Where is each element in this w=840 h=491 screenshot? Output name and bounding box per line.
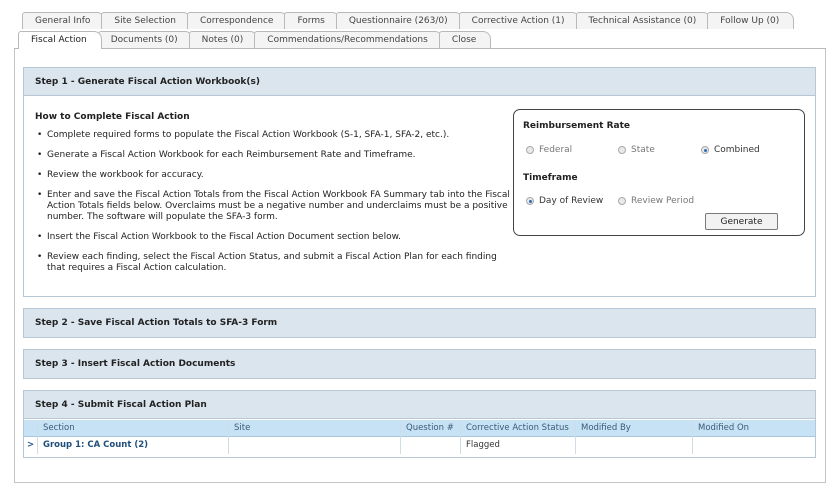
- tab-site-selection[interactable]: Site Selection: [101, 12, 191, 29]
- reimbursement-rate-title: Reimbursement Rate: [523, 121, 630, 131]
- site-cell: [229, 437, 401, 454]
- radio-label: State: [631, 145, 655, 155]
- step4-header[interactable]: Step 4 - Submit Fiscal Action Plan: [24, 391, 815, 419]
- question-cell: [401, 437, 461, 454]
- tab-follow-up[interactable]: Follow Up (0): [707, 12, 795, 29]
- radio-combined[interactable]: Combined: [701, 145, 760, 155]
- modified-by-cell: [576, 437, 693, 454]
- table-row[interactable]: > Group 1: CA Count (2) Flagged: [24, 437, 815, 454]
- radio-label: Review Period: [631, 196, 695, 206]
- tab-documents[interactable]: Documents (0): [97, 31, 193, 48]
- howto-item: Generate a Fiscal Action Workbook for ea…: [35, 150, 510, 161]
- timeframe-title: Timeframe: [523, 173, 578, 183]
- grid-header-site[interactable]: Site: [229, 420, 401, 437]
- howto-item: Insert the Fiscal Action Workbook to the…: [35, 232, 510, 243]
- radio-selected-icon[interactable]: [526, 197, 534, 205]
- tab-content: Step 1 - Generate Fiscal Action Workbook…: [14, 49, 826, 483]
- tab-close[interactable]: Close: [438, 31, 492, 48]
- status-cell: Flagged: [461, 437, 576, 454]
- radio-circle-icon[interactable]: [618, 146, 626, 154]
- tab-row-bottom: Fiscal Action Documents (0) Notes (0) Co…: [18, 31, 492, 49]
- step4-panel: Step 4 - Submit Fiscal Action Plan Secti…: [23, 390, 816, 458]
- tab-forms[interactable]: Forms: [284, 12, 340, 29]
- tab-fiscal-action[interactable]: Fiscal Action: [18, 31, 102, 49]
- expand-chevron-icon[interactable]: >: [24, 437, 38, 454]
- radio-label: Federal: [539, 145, 573, 155]
- howto-title: How to Complete Fiscal Action: [35, 112, 190, 122]
- grid-header-expander: [24, 420, 38, 437]
- grid-header-row: Section Site Question # Corrective Actio…: [24, 420, 815, 437]
- radio-federal[interactable]: Federal: [526, 145, 572, 155]
- radio-circle-icon[interactable]: [618, 197, 626, 205]
- step3-panel: Step 3 - Insert Fiscal Action Documents: [23, 349, 816, 379]
- howto-item: Complete required forms to populate the …: [35, 130, 510, 141]
- radio-state[interactable]: State: [618, 145, 655, 155]
- tab-correspondence[interactable]: Correspondence: [187, 12, 289, 29]
- step2-panel: Step 2 - Save Fiscal Action Totals to SF…: [23, 308, 816, 338]
- grid-header-modified-on[interactable]: Modified On: [693, 420, 815, 437]
- tab-row-top: General Info Site Selection Corresponden…: [22, 12, 795, 29]
- grid-header-status[interactable]: Corrective Action Status: [461, 420, 576, 437]
- radio-circle-icon[interactable]: [526, 146, 534, 154]
- step1-panel: Step 1 - Generate Fiscal Action Workbook…: [23, 67, 816, 297]
- generate-button[interactable]: Generate: [705, 213, 778, 230]
- radio-selected-icon[interactable]: [701, 146, 709, 154]
- step1-header[interactable]: Step 1 - Generate Fiscal Action Workbook…: [24, 68, 815, 96]
- tab-technical-assistance[interactable]: Technical Assistance (0): [575, 12, 712, 29]
- tab-questionnaire[interactable]: Questionnaire (263/0): [335, 12, 463, 29]
- radio-day-of-review[interactable]: Day of Review: [526, 196, 603, 206]
- radio-label: Day of Review: [539, 196, 604, 206]
- howto-item: Review each finding, select the Fiscal A…: [35, 252, 510, 274]
- radio-label: Combined: [714, 145, 760, 155]
- group-section-cell[interactable]: Group 1: CA Count (2): [38, 437, 229, 454]
- tab-corrective-action[interactable]: Corrective Action (1): [458, 12, 580, 29]
- step3-header[interactable]: Step 3 - Insert Fiscal Action Documents: [24, 350, 815, 378]
- radio-review-period[interactable]: Review Period: [618, 196, 694, 206]
- grid-header-section[interactable]: Section: [38, 420, 229, 437]
- howto-list: Complete required forms to populate the …: [35, 130, 510, 283]
- modified-on-cell: [693, 437, 815, 454]
- grid-header-question[interactable]: Question #: [401, 420, 461, 437]
- step2-header[interactable]: Step 2 - Save Fiscal Action Totals to SF…: [24, 309, 815, 337]
- fiscal-action-plan-grid: Section Site Question # Corrective Actio…: [24, 420, 815, 454]
- rate-timeframe-box: Reimbursement Rate Federal State Combine…: [513, 109, 805, 236]
- tab-general-info[interactable]: General Info: [22, 12, 106, 29]
- tab-notes[interactable]: Notes (0): [188, 31, 259, 48]
- howto-item: Enter and save the Fiscal Action Totals …: [35, 190, 510, 223]
- howto-item: Review the workbook for accuracy.: [35, 170, 510, 181]
- grid-header-modified-by[interactable]: Modified By: [576, 420, 693, 437]
- tab-commendations[interactable]: Commendations/Recommendations: [254, 31, 443, 48]
